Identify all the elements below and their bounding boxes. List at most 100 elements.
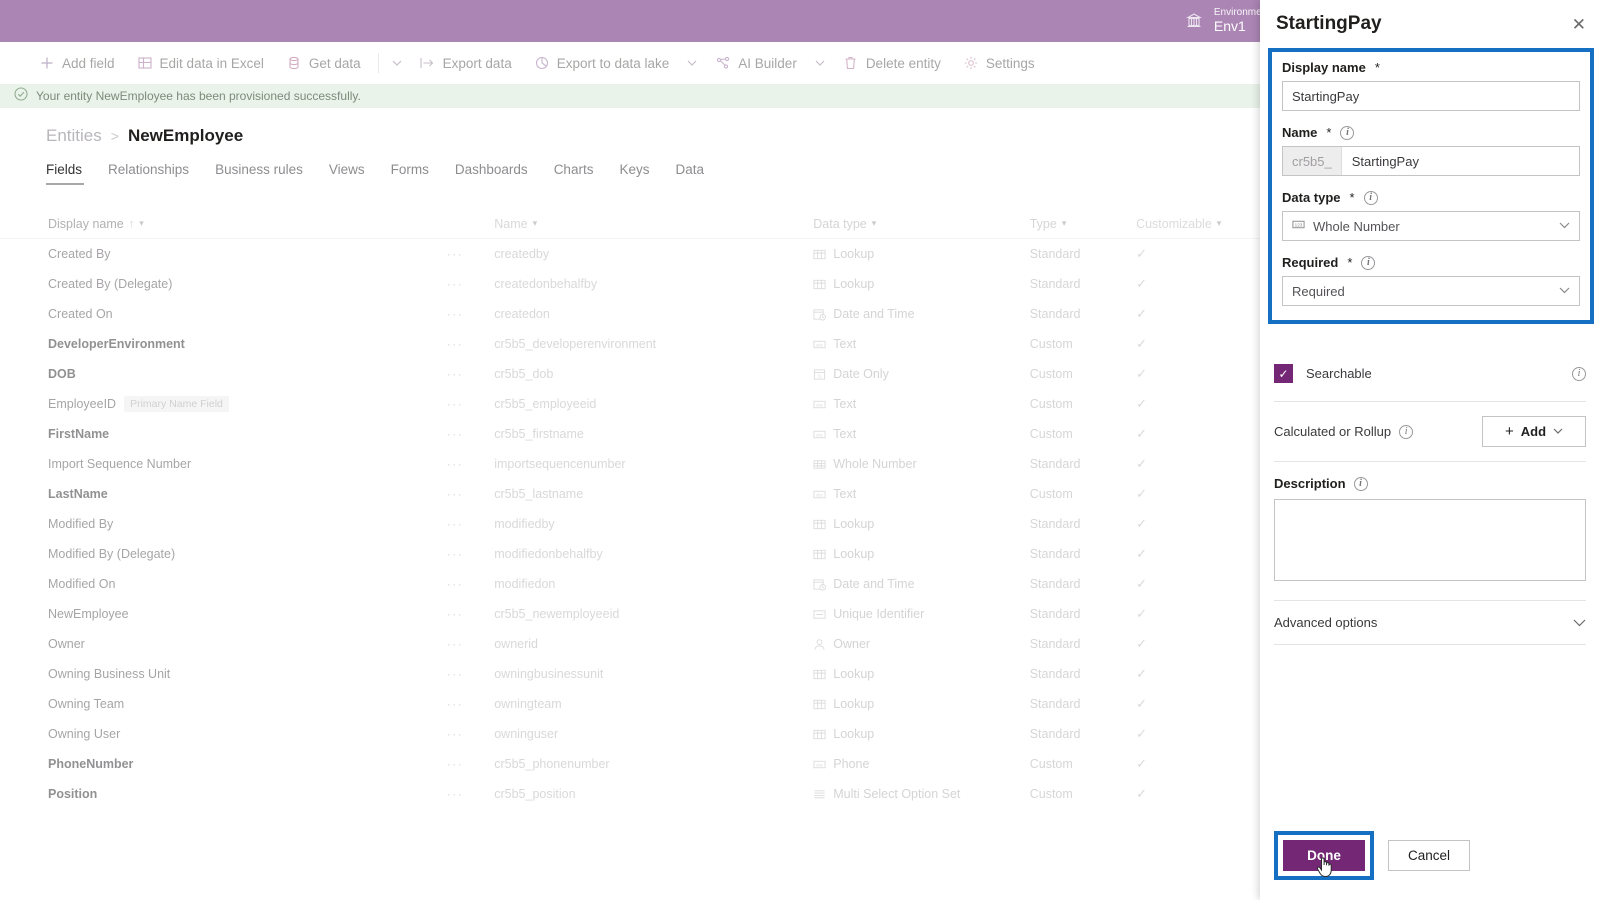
chevron-down-icon[interactable]: ▾	[1217, 218, 1222, 229]
table-row[interactable]: LastName ··· cr5b5_lastname abc Text Custom ✓	[0, 479, 1280, 509]
table-row[interactable]: Owning User ··· owninguser Lookup Standard ✓	[0, 719, 1280, 749]
row-more-options-icon[interactable]: ···	[447, 517, 494, 531]
done-button[interactable]: Done	[1283, 840, 1365, 871]
row-more-options-icon[interactable]: ···	[447, 487, 494, 501]
close-icon[interactable]: ✕	[1572, 16, 1586, 33]
row-more-options-icon[interactable]: ···	[447, 457, 494, 471]
chevron-down-icon[interactable]	[1573, 616, 1586, 630]
export-to-data-lake-chevron-down-icon[interactable]	[680, 47, 704, 79]
info-icon[interactable]: i	[1361, 255, 1376, 270]
row-more-options-icon[interactable]: ···	[447, 577, 494, 591]
table-row[interactable]: Owner ··· ownerid Owner Standard ✓	[0, 629, 1280, 659]
edit-data-in-excel-button[interactable]: Edit data in Excel	[126, 47, 275, 79]
required-dropdown[interactable]: Required	[1282, 276, 1580, 306]
column-header-customizable[interactable]: Customizable ▾	[1136, 217, 1250, 231]
info-icon[interactable]: i	[1363, 190, 1378, 205]
ai-builder-button[interactable]: AI Builder	[704, 47, 808, 79]
ai-builder-chevron-down-icon[interactable]	[808, 47, 832, 79]
cell-type: Standard	[1029, 697, 1081, 711]
table-row[interactable]: Created By (Delegate) ··· createdonbehalfb…	[0, 269, 1280, 299]
row-more-options-icon[interactable]: ···	[447, 277, 494, 291]
get-data-button[interactable]: Get data	[275, 47, 372, 79]
column-header-display-name[interactable]: Display name ↑ ▾	[48, 217, 447, 231]
required-asterisk: *	[1347, 255, 1353, 270]
add-field-button[interactable]: Add field	[28, 47, 126, 79]
chevron-down-icon[interactable]: ▾	[1062, 218, 1067, 229]
cell-display-name: Modified On	[48, 577, 447, 591]
info-icon[interactable]: i	[1340, 125, 1355, 140]
tab-data[interactable]: Data	[675, 162, 718, 185]
export-data-button[interactable]: Export data	[409, 47, 523, 79]
tab-keys[interactable]: Keys	[619, 162, 663, 185]
row-more-options-icon[interactable]: ···	[447, 247, 494, 261]
display-name-input[interactable]: StartingPay	[1282, 81, 1580, 111]
row-more-options-icon[interactable]: ···	[447, 367, 494, 381]
table-row[interactable]: Modified By ··· modifiedby Lookup Standard ✓	[0, 509, 1280, 539]
row-more-options-icon[interactable]: ···	[447, 637, 494, 651]
row-more-options-icon[interactable]: ···	[447, 757, 494, 771]
tab-charts[interactable]: Charts	[554, 162, 608, 185]
cancel-button[interactable]: Cancel	[1388, 840, 1470, 871]
row-more-options-icon[interactable]: ···	[447, 667, 494, 681]
table-row[interactable]: Import Sequence Number ··· importsequencen…	[0, 449, 1280, 479]
table-row[interactable]: Created On ··· createdon Date and Time Stand…	[0, 299, 1280, 329]
tab-dashboards[interactable]: Dashboards	[455, 162, 542, 185]
add-button[interactable]: + Add	[1482, 416, 1586, 447]
column-header-name[interactable]: Name ▾	[494, 217, 813, 231]
row-more-options-icon[interactable]: ···	[447, 337, 494, 351]
chevron-down-icon[interactable]: ▾	[872, 218, 877, 229]
chevron-down-icon[interactable]: ▾	[139, 218, 144, 229]
tab-forms[interactable]: Forms	[391, 162, 443, 185]
table-row[interactable]: DeveloperEnvironment ··· cr5b5_developeren…	[0, 329, 1280, 359]
searchable-checkbox[interactable]: ✓	[1274, 364, 1293, 383]
row-more-options-icon[interactable]: ···	[447, 307, 494, 321]
advanced-options-toggle[interactable]: Advanced options	[1274, 601, 1586, 644]
delete-entity-button[interactable]: Delete entity	[832, 47, 952, 79]
chevron-down-icon[interactable]	[1553, 426, 1563, 437]
table-row[interactable]: EmployeeID Primary Name Field ··· cr5b5_emp…	[0, 389, 1280, 419]
table-row[interactable]: NewEmployee ··· cr5b5_newemployeeid Unique …	[0, 599, 1280, 629]
chevron-down-icon[interactable]	[1559, 286, 1570, 297]
table-row[interactable]: Modified On ··· modifiedon Date and Time Sta…	[0, 569, 1280, 599]
tab-views[interactable]: Views	[329, 162, 379, 185]
info-icon[interactable]: i	[1572, 366, 1586, 381]
field-display-name: EmployeeID	[48, 397, 117, 411]
row-more-options-icon[interactable]: ···	[447, 547, 494, 561]
row-more-options-icon[interactable]: ···	[447, 697, 494, 711]
chevron-down-icon[interactable]	[1559, 221, 1570, 232]
get-data-overflow-chevron-down-icon[interactable]	[385, 47, 409, 79]
table-row[interactable]: DOB ··· cr5b5_dob 31 Date Only Custom ✓	[0, 359, 1280, 389]
column-header-type[interactable]: Type ▾	[1030, 217, 1136, 231]
info-icon[interactable]: i	[1353, 476, 1368, 491]
column-header-data-type[interactable]: Data type ▾	[813, 217, 1029, 231]
table-row[interactable]: Modified By (Delegate) ··· modifiedonbehal…	[0, 539, 1280, 569]
description-textarea[interactable]	[1274, 499, 1586, 581]
panel-footer: Done Cancel	[1260, 815, 1600, 900]
table-row[interactable]: Created By ··· createdby Lookup Standard ✓	[0, 239, 1280, 269]
row-more-options-icon[interactable]: ···	[447, 727, 494, 741]
row-more-options-icon[interactable]: ···	[447, 787, 494, 801]
table-row[interactable]: Position ··· cr5b5_position Multi Select Op…	[0, 779, 1280, 809]
cell-display-name: PhoneNumber	[48, 757, 447, 771]
column-header-type-label: Type	[1029, 216, 1057, 231]
check-icon: ✓	[1136, 606, 1147, 621]
row-more-options-icon[interactable]: ···	[447, 607, 494, 621]
tab-relationships[interactable]: Relationships	[108, 162, 203, 185]
table-row[interactable]: FirstName ··· cr5b5_firstname abc Text Custom…	[0, 419, 1280, 449]
row-more-options-icon[interactable]: ···	[447, 397, 494, 411]
info-icon[interactable]: i	[1399, 424, 1414, 439]
export-to-data-lake-button[interactable]: Export to data lake	[523, 47, 681, 79]
breadcrumb-entities-link[interactable]: Entities	[46, 126, 102, 146]
table-row[interactable]: PhoneNumber ··· cr5b5_phonenumber abc Phone C…	[0, 749, 1280, 779]
data-type-dropdown[interactable]: 123 Whole Number	[1282, 211, 1580, 241]
chevron-down-icon[interactable]: ▾	[533, 218, 538, 229]
row-more-options-icon[interactable]: ···	[447, 427, 494, 441]
field-display-name: Modified By (Delegate)	[48, 547, 176, 561]
searchable-checkbox-wrap[interactable]: ✓ Searchable	[1274, 364, 1372, 383]
tab-business-rules[interactable]: Business rules	[215, 162, 317, 185]
settings-button[interactable]: Settings	[952, 47, 1046, 79]
name-input[interactable]: cr5b5_ StartingPay	[1282, 146, 1580, 176]
tab-fields[interactable]: Fields	[46, 162, 96, 185]
table-row[interactable]: Owning Team ··· owningteam Lookup Standard ✓	[0, 689, 1280, 719]
table-row[interactable]: Owning Business Unit ··· owningbusinessuni…	[0, 659, 1280, 689]
